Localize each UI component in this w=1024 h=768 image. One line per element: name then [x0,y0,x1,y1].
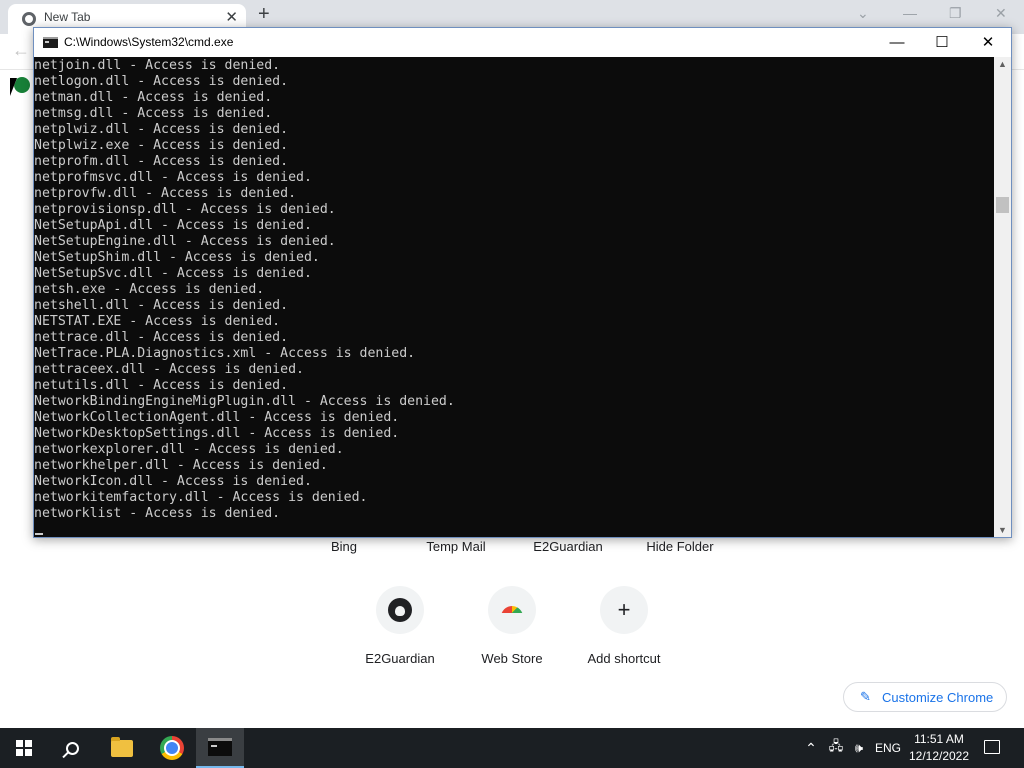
console-line: netshell.dll - Access is denied. [34,298,289,313]
console-line: netman.dll - Access is denied. [34,90,273,105]
start-button[interactable] [0,728,48,768]
plus-icon: + [617,597,631,622]
shortcut-add[interactable]: + Add shortcut [568,586,680,676]
console-line: netsh.exe - Access is denied. [34,282,265,297]
console-line: netlogon.dll - Access is denied. [34,74,289,89]
browser-restore-button[interactable]: ❐ [949,5,962,22]
console-line: netprofm.dll - Access is denied. [34,154,289,169]
scroll-up-arrow-icon[interactable]: ▲ [998,59,1007,69]
cmd-window[interactable]: C:\Windows\System32\cmd.exe — ☐ ✕ netjoi… [33,27,1012,538]
console-line: networklist - Access is denied. [34,506,281,521]
volume-icon[interactable]: 🕪 [848,728,870,768]
top-site-label-bing[interactable]: Bing [288,539,400,554]
console-line: NetworkBindingEngineMigPlugin.dll - Acce… [34,394,455,409]
browser-minimize-button[interactable]: — [903,5,917,21]
scroll-down-arrow-icon[interactable]: ▼ [998,525,1007,535]
console-line: NetSetupShim.dll - Access is denied. [34,250,320,265]
cmd-window-title: C:\Windows\System32\cmd.exe [64,35,234,49]
shortcut-label: Web Store [481,651,543,666]
webstore-icon [501,606,523,620]
clock-time: 11:51 AM [914,732,964,746]
folder-icon [111,736,133,757]
taskbar-chrome[interactable] [148,728,196,768]
console-line: netjoin.dll - Access is denied. [34,58,281,73]
tab-title: New Tab [44,10,91,24]
clock-date: 12/12/2022 [908,749,970,763]
console-scrollbar[interactable]: ▲ ▼ [994,57,1011,537]
taskbar-cmd[interactable] [196,728,244,768]
console-line: nettrace.dll - Access is denied. [34,330,289,345]
console-line: networkitemfactory.dll - Access is denie… [34,490,368,505]
cmd-titlebar[interactable]: C:\Windows\System32\cmd.exe — ☐ ✕ [34,28,1011,57]
taskbar-file-explorer[interactable] [98,728,146,768]
shortcut-label: Add shortcut [587,651,661,666]
tab-search-icon[interactable]: ⌄ [857,5,869,22]
top-site-label-temp-mail[interactable]: Temp Mail [400,539,512,554]
console-line: netprovisionsp.dll - Access is denied. [34,202,336,217]
shortcut-icon-circle [376,586,424,634]
cmd-app-icon [43,37,58,48]
back-arrow-icon[interactable]: ← [12,40,30,61]
console-line: netprofmsvc.dll - Access is denied. [34,170,312,185]
browser-close-button[interactable]: ✕ [995,5,1007,22]
taskbar: ⌃ 🖧 🕪 ENG 11:51 AM 12/12/2022 [0,728,1024,768]
shortcut-label: E2Guardian [365,651,435,666]
mouse-cursor-icon [10,78,17,96]
customize-chrome-label: Customize Chrome [882,690,994,705]
network-icon[interactable]: 🖧 [824,728,848,768]
cmd-maximize-button[interactable]: ☐ [919,28,965,57]
shortcut-web-store[interactable]: Web Store [456,586,568,676]
cmd-minimize-button[interactable]: — [874,28,920,57]
console-line: Netplwiz.exe - Access is denied. [34,138,289,153]
shortcut-icon-circle: + [600,586,648,634]
console-line: NetworkCollectionAgent.dll - Access is d… [34,410,400,425]
console-line: NetSetupSvc.dll - Access is denied. [34,266,312,281]
console-line: netutils.dll - Access is denied. [34,378,289,393]
chrome-favicon-icon [22,12,36,26]
tray-chevron-icon[interactable]: ⌃ [800,728,822,768]
console-line: NetTrace.PLA.Diagnostics.xml - Access is… [34,346,416,361]
github-icon [388,598,412,622]
search-icon [65,741,79,755]
console-caret [35,533,43,535]
console-line: NetSetupEngine.dll - Access is denied. [34,234,336,249]
console-line: netmsg.dll - Access is denied. [34,106,273,121]
shortcut-e2guardian[interactable]: E2Guardian [344,586,456,676]
pencil-icon: ✎ [860,689,871,704]
console-line: NetworkDesktopSettings.dll - Access is d… [34,426,400,441]
language-indicator[interactable]: ENG [872,728,904,768]
console-line: NETSTAT.EXE - Access is denied. [34,314,281,329]
console-line: NetSetupApi.dll - Access is denied. [34,218,312,233]
console-line: netplwiz.dll - Access is denied. [34,122,289,137]
console-output-area[interactable]: netjoin.dll - Access is denied. netlogon.… [34,57,994,537]
customize-chrome-button[interactable]: ✎ Customize Chrome [843,682,1007,712]
shortcut-icon-circle [488,586,536,634]
cmd-icon [208,738,232,756]
top-site-label-e2guardian[interactable]: E2Guardian [512,539,624,554]
cmd-close-button[interactable]: ✕ [965,28,1011,57]
notification-center-icon[interactable] [984,740,1000,754]
scrollbar-thumb[interactable] [996,197,1009,213]
console-line: netprovfw.dll - Access is denied. [34,186,297,201]
console-line: NetworkIcon.dll - Access is denied. [34,474,312,489]
top-site-label-hide-folder[interactable]: Hide Folder [624,539,736,554]
console-line: networkhelper.dll - Access is denied. [34,458,328,473]
console-text: netjoin.dll - Access is denied. netlogon.… [34,58,455,522]
console-line: networkexplorer.dll - Access is denied. [34,442,344,457]
console-line: nettraceex.dll - Access is denied. [34,362,304,377]
taskbar-search-button[interactable] [48,728,96,768]
clock[interactable]: 11:51 AM 12/12/2022 [904,731,974,765]
windows-logo-icon [16,740,32,756]
new-tab-button[interactable]: + [258,3,270,26]
chrome-icon [160,736,184,760]
tab-close-icon[interactable]: ✕ [225,8,238,26]
